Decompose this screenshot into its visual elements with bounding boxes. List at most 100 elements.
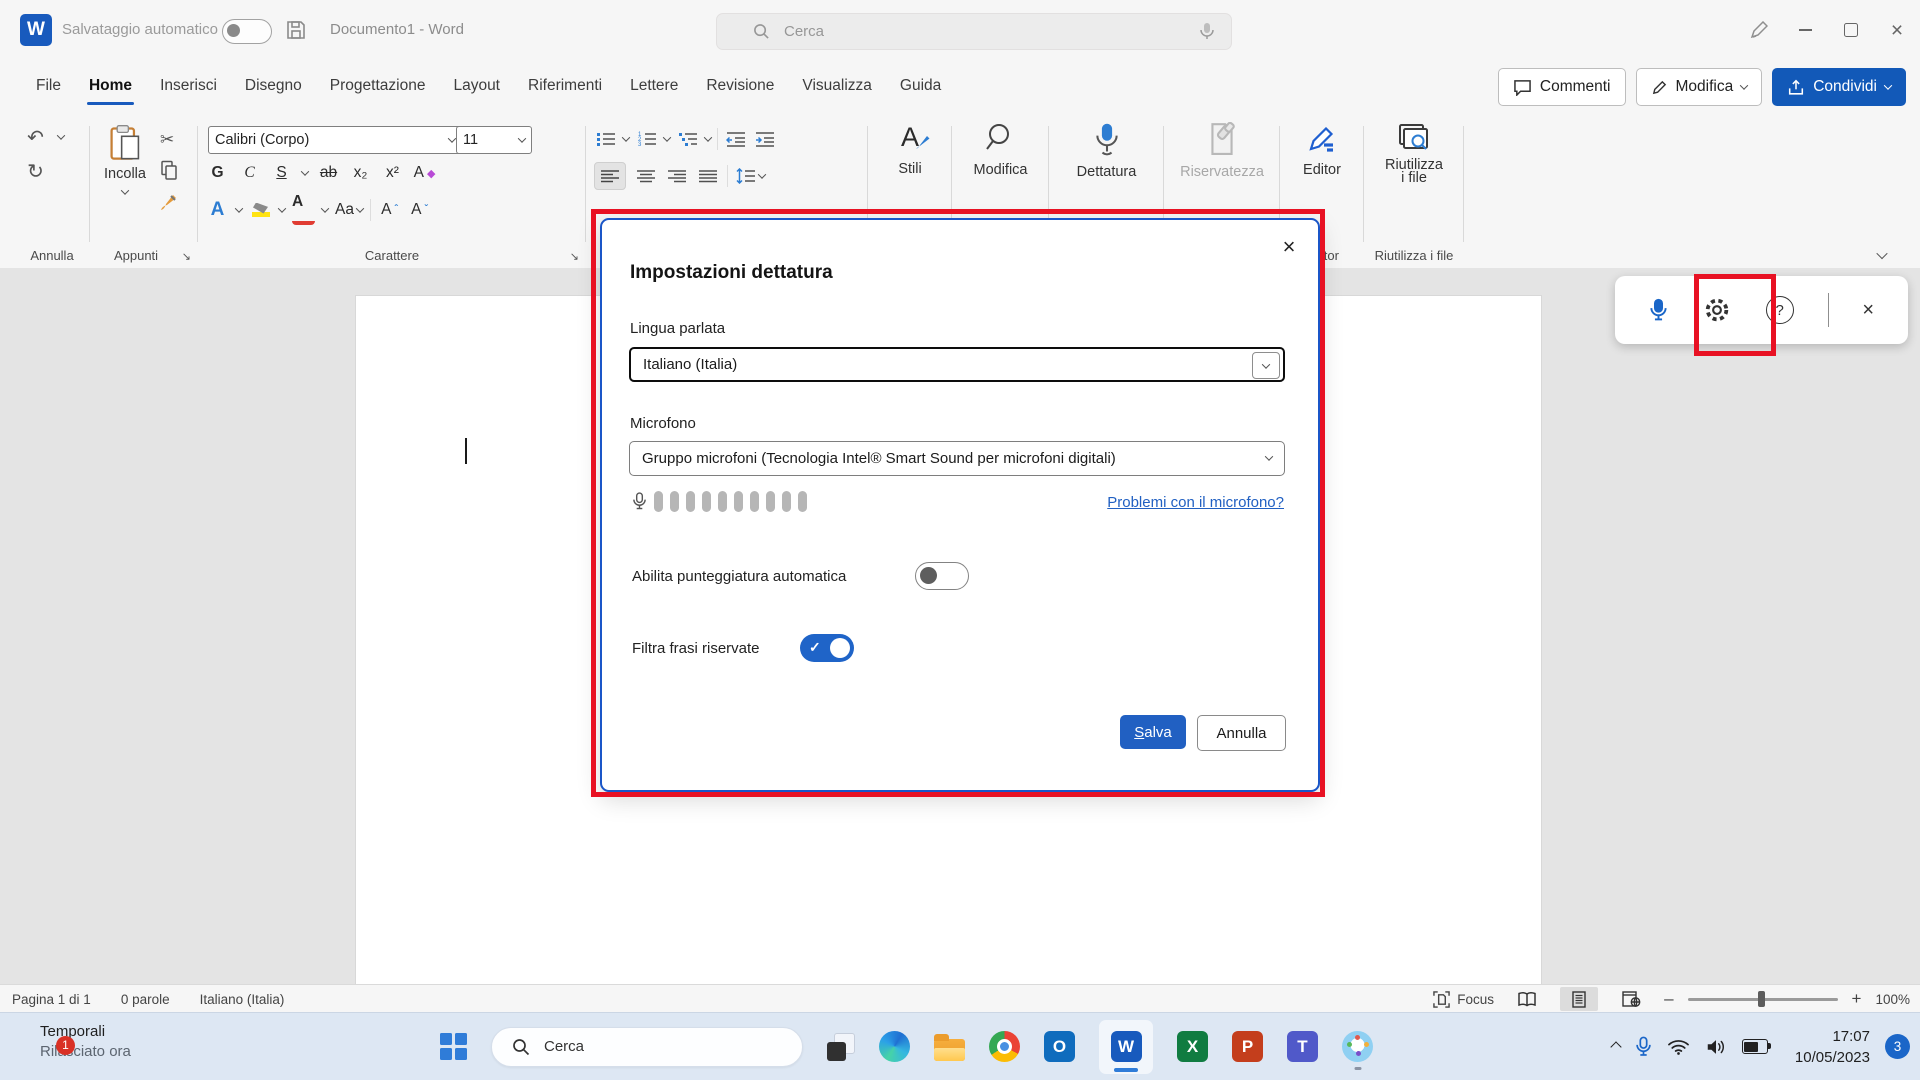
sensitivity-button[interactable]: Riservatezza (1164, 122, 1280, 180)
align-left-button[interactable] (594, 162, 626, 190)
align-right-button[interactable] (665, 163, 688, 189)
chevron-down-icon[interactable] (235, 204, 243, 212)
highlight-color-button[interactable] (249, 197, 272, 223)
cancel-button[interactable]: Annulla (1197, 715, 1286, 751)
zoom-level[interactable]: 100% (1875, 992, 1910, 1007)
increase-indent-icon[interactable] (753, 126, 776, 152)
justify-button[interactable] (696, 163, 719, 189)
dictation-help-icon[interactable]: ? (1766, 296, 1794, 324)
styles-button[interactable]: A Stili (868, 122, 952, 177)
word-count[interactable]: 0 parole (121, 992, 170, 1007)
minimize-button[interactable] (1782, 0, 1828, 60)
tab-revisione[interactable]: Revisione (692, 71, 788, 101)
notification-badge[interactable]: 3 (1885, 1034, 1910, 1059)
chrome-icon[interactable] (989, 1031, 1020, 1062)
grow-font-button[interactable]: Aˆ (378, 197, 401, 223)
microphone-help-link[interactable]: Problemi con il microfono? (1107, 494, 1284, 511)
print-layout-button[interactable] (1560, 987, 1598, 1011)
tab-layout[interactable]: Layout (439, 71, 514, 101)
save-icon[interactable] (284, 18, 308, 42)
outlook-icon[interactable]: O (1044, 1031, 1075, 1062)
undo-icon[interactable]: ↶ (24, 124, 47, 150)
format-painter-icon[interactable] (159, 192, 179, 212)
dictate-button[interactable]: Dettatura (1049, 122, 1164, 180)
wifi-icon[interactable] (1667, 1038, 1690, 1056)
auto-punctuation-toggle[interactable] (915, 562, 969, 590)
search-mic-icon[interactable] (1199, 22, 1215, 42)
tab-disegno[interactable]: Disegno (231, 71, 316, 101)
underline-chevron-icon[interactable] (301, 167, 309, 175)
comments-button[interactable]: Commenti (1498, 68, 1626, 106)
filter-phrases-toggle[interactable]: ✓ (800, 634, 854, 662)
paint-icon[interactable] (1342, 1031, 1373, 1062)
multilevel-list-icon[interactable] (676, 126, 699, 152)
appunti-dialog-launcher-icon[interactable]: ↘ (182, 250, 191, 263)
edge-icon[interactable] (879, 1031, 910, 1062)
zoom-slider[interactable] (1688, 998, 1838, 1001)
language-indicator[interactable]: Italiano (Italia) (200, 992, 285, 1007)
tray-expand-icon[interactable] (1610, 1041, 1621, 1052)
chevron-down-icon[interactable] (278, 204, 286, 212)
microphone-select[interactable]: Gruppo microfoni (Tecnologia Intel® Smar… (629, 441, 1285, 476)
tab-riferimenti[interactable]: Riferimenti (514, 71, 616, 101)
file-explorer-icon[interactable] (934, 1039, 965, 1061)
dialog-close-icon[interactable]: × (1274, 232, 1304, 262)
task-view-button[interactable] (827, 1033, 855, 1061)
volume-icon[interactable] (1705, 1038, 1727, 1056)
text-effects-button[interactable]: A (206, 197, 229, 223)
copy-icon[interactable] (160, 160, 178, 180)
paste-button[interactable]: Incolla (98, 124, 152, 200)
tab-inserisci[interactable]: Inserisci (146, 71, 231, 101)
carattere-dialog-launcher-icon[interactable]: ↘ (570, 250, 579, 263)
modifica-button[interactable]: Modifica (952, 122, 1049, 178)
tab-progettazione[interactable]: Progettazione (316, 71, 440, 101)
line-spacing-button[interactable] (736, 163, 765, 189)
font-color-button[interactable]: A (292, 194, 315, 225)
tab-visualizza[interactable]: Visualizza (788, 71, 886, 101)
autosave-toggle[interactable] (222, 19, 272, 44)
dictation-settings-gear-icon[interactable] (1702, 295, 1732, 325)
numbered-list-icon[interactable]: 123 (635, 126, 658, 152)
collapse-ribbon-icon[interactable] (1876, 248, 1887, 259)
bold-button[interactable]: G (206, 160, 229, 186)
share-button[interactable]: Condividi (1772, 68, 1906, 106)
tray-mic-icon[interactable] (1635, 1036, 1652, 1058)
maximize-button[interactable] (1828, 0, 1874, 60)
clear-formatting-button[interactable]: A◆ (413, 160, 436, 186)
cut-icon[interactable]: ✂ (160, 130, 174, 150)
tab-guida[interactable]: Guida (886, 71, 955, 101)
modify-mode-button[interactable]: Modifica (1636, 68, 1763, 106)
dictation-close-icon[interactable]: × (1862, 299, 1874, 322)
decrease-indent-icon[interactable] (724, 126, 747, 152)
zoom-slider-handle[interactable] (1758, 991, 1765, 1007)
powerpoint-icon[interactable]: P (1232, 1031, 1263, 1062)
tab-file[interactable]: File (22, 71, 75, 101)
clock[interactable]: 17:07 10/05/2023 (1795, 1026, 1870, 1068)
word-taskbar-icon[interactable]: W (1099, 1020, 1153, 1074)
titlebar-search-box[interactable]: Cerca (716, 13, 1232, 50)
save-button[interactable]: Salva (1120, 715, 1186, 749)
chevron-down-icon[interactable] (321, 204, 329, 212)
font-name-combo[interactable]: Calibri (Corpo) (208, 126, 462, 154)
bullet-list-icon[interactable] (594, 126, 617, 152)
excel-icon[interactable]: X (1177, 1031, 1208, 1062)
reuse-files-button[interactable]: Riutilizza i file (1364, 122, 1464, 186)
zoom-out-button[interactable]: – (1664, 989, 1673, 1009)
tab-lettere[interactable]: Lettere (616, 71, 692, 101)
zoom-in-button[interactable]: + (1852, 989, 1862, 1009)
web-layout-button[interactable] (1612, 987, 1650, 1011)
underline-button[interactable]: S (270, 160, 293, 186)
font-size-combo[interactable]: 11 (456, 126, 532, 154)
change-case-button[interactable]: Aa (335, 197, 363, 223)
align-center-button[interactable] (634, 163, 657, 189)
superscript-button[interactable]: x² (381, 160, 404, 186)
focus-mode-button[interactable]: Focus (1433, 991, 1494, 1008)
redo-icon[interactable]: ↻ (24, 158, 47, 184)
close-window-button[interactable]: × (1874, 0, 1920, 60)
shrink-font-button[interactable]: Aˇ (408, 197, 431, 223)
language-select[interactable]: Italiano (Italia) (629, 347, 1285, 382)
battery-icon[interactable] (1742, 1039, 1768, 1054)
ink-pen-icon[interactable] (1736, 0, 1782, 60)
read-mode-button[interactable] (1508, 987, 1546, 1011)
editor-button[interactable]: Editor (1280, 122, 1364, 178)
